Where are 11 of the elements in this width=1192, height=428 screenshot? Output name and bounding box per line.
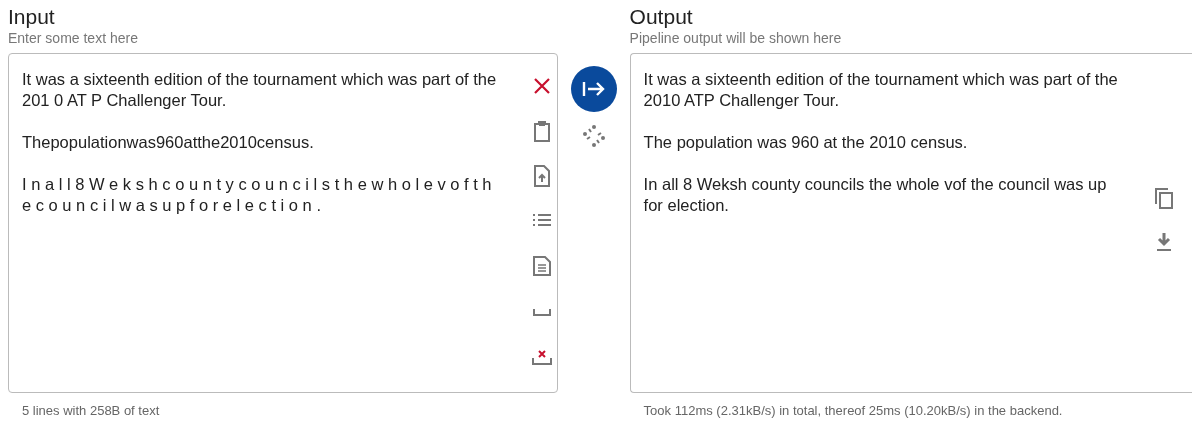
panel-subtitle: Enter some text here: [8, 30, 139, 47]
status-text: 5 lines with 258B of text: [21, 402, 161, 418]
panel-title: Output: [629, 4, 694, 30]
panel-subtitle: Pipeline output will be shown here: [629, 30, 843, 47]
text-area[interactable]: It was a sixteenth edition of the tournament which was part of the 2010 ATP Challenger Tour. The population was 960 at the 2010 census. In all 8 Weksh county councils the whole vof the council was up for election.: [629, 53, 1192, 393]
status-text: Took 112ms (2.31kB/s) in total, thereof 25ms (10.20kB/s) in the backend.: [642, 402, 1064, 418]
panel-title: Input: [8, 4, 56, 30]
document-icon[interactable]: [530, 254, 554, 278]
spinner-icon: [581, 124, 606, 148]
run-button[interactable]: [570, 66, 617, 112]
text-area[interactable]: It was a sixteenth edition of the tournament which was part of the 201 0 AT P Challenger Tour. Thepopulationwas960atthe2010census. I n a l l 8 W e k s h c o u n t y c o u n c i l s t h e w h o l e v o f t h e c o u n c i l w a s u p f o r e l e c t i o n .: [8, 53, 558, 393]
